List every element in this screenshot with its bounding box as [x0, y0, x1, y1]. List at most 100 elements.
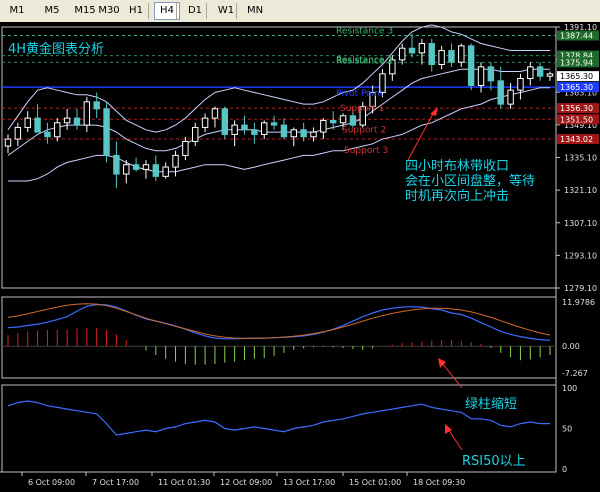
candle-body	[54, 122, 61, 138]
level-label: Support 1	[340, 104, 384, 114]
level-price-label: 1343.02	[560, 135, 593, 144]
annotation-bollinger-line: 四小时布林带收口	[405, 159, 509, 174]
toolbar-separator	[236, 3, 237, 19]
candle-body	[221, 108, 229, 135]
candle-body	[172, 154, 179, 168]
candle-body	[24, 117, 31, 128]
candle-body	[73, 117, 81, 126]
level-label: Resistance 1	[336, 55, 393, 65]
candle-body	[546, 73, 554, 77]
toolbar-separator	[176, 3, 177, 19]
candle-body	[14, 126, 22, 140]
timeframe-m5-button[interactable]: M5	[39, 3, 65, 19]
candle-body	[211, 108, 219, 119]
time-tick-label: 7 Oct 17:00	[92, 478, 139, 487]
toolbar-separator	[206, 3, 207, 19]
candle-body	[270, 122, 278, 126]
rsi-tick-label: 100	[562, 384, 577, 393]
annotation-bollinger-line: 时机再次向上冲击	[405, 188, 509, 204]
candle-body	[231, 124, 238, 135]
rsi-tick-label: 0	[562, 465, 567, 474]
level-price-label: 1387.44	[560, 32, 593, 41]
candle-body	[448, 50, 455, 63]
price-tick-label: 1293.10	[564, 251, 597, 260]
candle-body	[280, 124, 288, 138]
level-price-label: 1365.30	[560, 83, 593, 92]
timeframe-mn-button[interactable]: MN	[243, 3, 267, 19]
annotation-macd: 绿柱缩短	[465, 396, 517, 412]
macd-tick-label: 11.9786	[562, 298, 595, 307]
candle-body	[152, 164, 160, 177]
candle-body	[142, 164, 150, 170]
candle-body	[34, 117, 41, 133]
price-tick-label: 1279.10	[564, 284, 597, 293]
candle-body	[113, 154, 120, 175]
candle-body	[83, 101, 91, 126]
candle	[467, 43, 475, 91]
timeframe-m15-button[interactable]: M15	[71, 3, 99, 19]
candle-body	[261, 122, 268, 135]
macd-tick-label: 0.00	[562, 342, 580, 351]
candle-body	[123, 164, 130, 175]
candle-body	[310, 131, 317, 138]
timeframe-w1-button[interactable]: W1	[215, 3, 237, 19]
candle-body	[93, 101, 100, 110]
candle-body	[349, 115, 357, 126]
candle-body	[329, 119, 337, 124]
candle-body	[44, 131, 51, 138]
chart-title: 4H黄金图表分析	[8, 41, 104, 57]
current-price-label: 1365.30	[560, 72, 593, 81]
level-price-label: 1375.94	[560, 58, 593, 67]
candle-body	[162, 166, 169, 177]
candle-body	[418, 43, 426, 54]
candle-body	[103, 108, 110, 156]
candle-body	[192, 126, 199, 142]
candle-body	[63, 117, 71, 124]
candle-body	[536, 66, 544, 77]
price-chart: Resistance 3Resistance 2Resistance 1Pivo…	[0, 22, 600, 492]
candle-body	[290, 129, 297, 138]
candle-body	[507, 89, 514, 105]
price-tick-label: 1321.10	[564, 186, 597, 195]
candle-body	[497, 80, 504, 105]
candle-body	[487, 66, 495, 82]
time-tick-label: 6 Oct 09:00	[28, 478, 75, 487]
level-label: Pivot Point	[336, 89, 384, 99]
annotation-bollinger-line: 会在小区间盘整，等待	[405, 173, 535, 189]
candle-body	[467, 45, 475, 86]
toolbar-separator	[148, 3, 149, 19]
candle-body	[477, 66, 485, 86]
rsi-tick-label: 50	[562, 425, 572, 434]
candle-body	[251, 129, 258, 135]
candle-body	[339, 115, 347, 124]
candle-body	[398, 47, 406, 61]
level-label: Resistance 3	[336, 27, 393, 37]
time-tick-label: 12 Oct 09:00	[220, 478, 272, 487]
candle-body	[408, 47, 416, 54]
macd-tick-label: -7.267	[562, 369, 588, 378]
level-price-label: 1356.30	[560, 104, 593, 113]
candle	[103, 101, 110, 163]
level-label: Support 3	[344, 146, 388, 156]
candle-body	[201, 117, 209, 128]
candle-body	[428, 43, 435, 66]
timeframe-m1-button[interactable]: M1	[5, 3, 29, 19]
time-tick-label: 13 Oct 17:00	[283, 478, 335, 487]
time-tick-label: 18 Oct 09:30	[413, 478, 465, 487]
timeframe-d1-button[interactable]: D1	[185, 3, 205, 19]
time-tick-label: 15 Oct 01:00	[349, 478, 401, 487]
candle-body	[241, 124, 248, 131]
level-price-label: 1351.50	[560, 115, 593, 124]
candle-body	[182, 140, 189, 156]
candle-body	[458, 45, 465, 63]
annotation-rsi: RSI50以上	[462, 454, 526, 469]
timeframe-m30-button[interactable]: M30	[97, 3, 121, 19]
candle-body	[4, 138, 12, 147]
candle-body	[527, 66, 534, 80]
candle-body	[320, 119, 327, 133]
candle-body	[517, 78, 524, 91]
timeframe-toolbar: M1 M5 M15 M30 H1 H4 D1 W1 MN	[0, 0, 600, 23]
timeframe-h1-button[interactable]: H1	[126, 3, 146, 19]
candle-body	[300, 129, 307, 138]
candle	[221, 106, 229, 140]
